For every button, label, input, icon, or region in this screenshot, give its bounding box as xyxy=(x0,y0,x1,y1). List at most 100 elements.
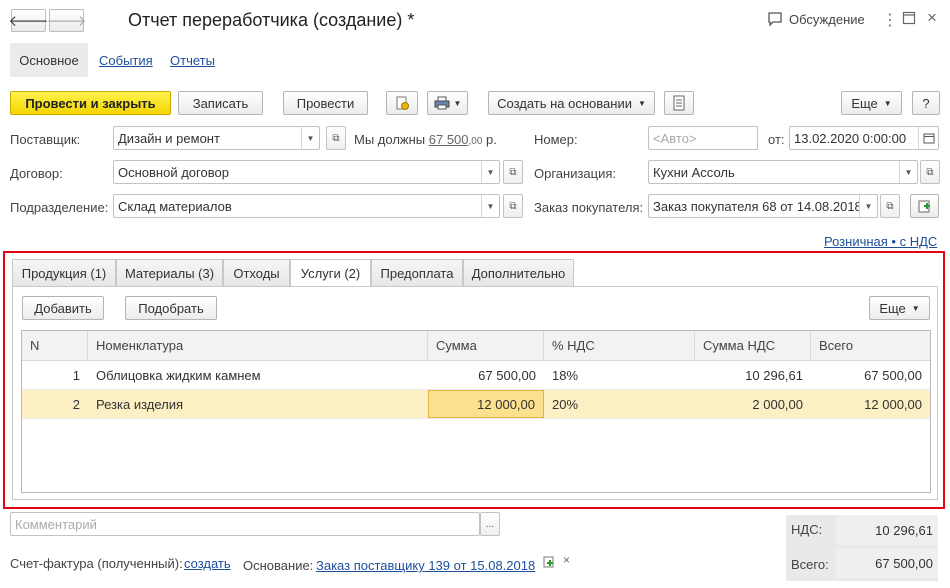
division-field[interactable]: Склад материалов ▼ xyxy=(113,194,500,218)
cell-vat-rate: 18% xyxy=(552,367,579,383)
tab-materials[interactable]: Материалы (3) xyxy=(116,259,223,286)
page-title: Отчет переработчика (создание) * xyxy=(128,10,415,30)
number-field[interactable]: <Авто> xyxy=(648,126,758,150)
open-icon: ⧉ xyxy=(926,166,934,178)
contract-label: Договор: xyxy=(10,166,63,181)
cell-n: 1 xyxy=(72,367,80,383)
basis-label: Основание: xyxy=(243,558,314,573)
grand-total-value: 67 500,00 xyxy=(836,548,938,578)
tab-prepayment[interactable]: Предоплата xyxy=(371,259,463,286)
supplier-label: Поставщик: xyxy=(10,132,81,147)
more-button[interactable]: Еще ▼ xyxy=(841,91,902,115)
document-structure-icon xyxy=(396,96,409,110)
division-open-button[interactable]: ⧉ xyxy=(503,194,523,218)
create-based-on-label: Создать на основании xyxy=(497,95,632,111)
table-row[interactable]: 1 Облицовка жидким камнем 67 500,00 18% … xyxy=(22,361,930,390)
chevron-down-icon[interactable]: ▼ xyxy=(481,161,499,183)
cell-sum[interactable]: 12 000,00 xyxy=(428,390,544,418)
table-more-button[interactable]: Еще ▼ xyxy=(869,296,930,320)
tab-services[interactable]: Услуги (2) xyxy=(290,259,371,287)
pick-button[interactable]: Подобрать xyxy=(125,296,217,320)
add-button[interactable]: Добавить xyxy=(22,296,104,320)
contract-open-button[interactable]: ⧉ xyxy=(503,160,523,184)
more-menu-icon[interactable]: ⋮ xyxy=(882,10,898,30)
open-icon: ⧉ xyxy=(509,166,517,178)
tab-strip: Продукция (1) Материалы (3) Отходы Услуг… xyxy=(12,259,574,287)
contract-field[interactable]: Основной договор ▼ xyxy=(113,160,500,184)
col-total[interactable]: Всего xyxy=(811,331,930,360)
discussion-button[interactable]: Обсуждение xyxy=(767,11,865,27)
col-vat-sum[interactable]: Сумма НДС xyxy=(695,331,811,360)
price-type-link[interactable]: Розничная • с НДС xyxy=(824,234,937,249)
tab-events[interactable]: События xyxy=(99,53,153,68)
chevron-down-icon[interactable]: ▼ xyxy=(899,161,917,183)
cell-vat-rate: 20% xyxy=(552,396,579,412)
create-based-on-button[interactable]: Создать на основании ▼ xyxy=(488,91,655,115)
back-button[interactable]: 🡐 xyxy=(8,9,49,32)
supplier-field[interactable]: Дизайн и ремонт ▼ xyxy=(113,126,320,150)
maximize-icon[interactable] xyxy=(902,11,916,25)
cell-sum: 67 500,00 xyxy=(478,367,536,383)
date-field[interactable]: 13.02.2020 0:00:00 xyxy=(789,126,939,150)
table-header: N Номенклатура Сумма % НДС Сумма НДС Все… xyxy=(22,331,930,361)
chevron-down-icon[interactable]: ▼ xyxy=(301,127,319,149)
tab-additional[interactable]: Дополнительно xyxy=(463,259,574,286)
help-button[interactable]: ? xyxy=(912,91,940,115)
col-n[interactable]: N xyxy=(22,331,88,360)
comment-expand-button[interactable]: ... xyxy=(480,512,500,536)
col-sum[interactable]: Сумма xyxy=(428,331,544,360)
table-more-label: Еще xyxy=(879,300,906,316)
vat-total-value: 10 296,61 xyxy=(836,515,938,545)
arrow-right-icon: 🡒 xyxy=(46,13,87,30)
tab-waste[interactable]: Отходы xyxy=(223,259,290,286)
open-icon: ⧉ xyxy=(509,200,517,212)
close-icon[interactable]: × xyxy=(927,8,937,28)
add-basis-icon[interactable] xyxy=(543,556,555,571)
table-row[interactable]: 2 Резка изделия 12 000,00 20% 2 000,00 1… xyxy=(22,390,930,419)
customer-order-open-button[interactable]: ⧉ xyxy=(880,194,900,218)
cell-nomenclature: Облицовка жидким камнем xyxy=(96,367,261,383)
clear-basis-icon[interactable]: × xyxy=(563,553,570,567)
arrow-left-icon: 🡐 xyxy=(8,13,49,30)
post-and-close-button[interactable]: Провести и закрыть xyxy=(10,91,171,115)
services-table: N Номенклатура Сумма % НДС Сумма НДС Все… xyxy=(21,330,931,493)
organization-field[interactable]: Кухни Ассоль ▼ xyxy=(648,160,918,184)
vat-total-label: НДС: xyxy=(791,522,823,537)
structure-button[interactable] xyxy=(386,91,418,115)
organization-value: Кухни Ассоль xyxy=(653,165,735,180)
ellipsis-icon: ... xyxy=(485,518,495,530)
report-icon xyxy=(673,95,685,111)
organization-open-button[interactable]: ⧉ xyxy=(920,160,940,184)
cell-nomenclature: Резка изделия xyxy=(96,396,184,412)
col-nomenclature[interactable]: Номенклатура xyxy=(88,331,428,360)
cell-vat-sum: 10 296,61 xyxy=(745,367,803,383)
customer-order-value: Заказ покупателя 68 от 14.08.2018 xyxy=(653,199,859,214)
debt-currency: р. xyxy=(486,132,497,147)
chevron-down-icon: ▼ xyxy=(911,303,920,313)
add-order-button[interactable] xyxy=(910,194,939,218)
tab-main[interactable]: Основное xyxy=(10,43,88,77)
more-label: Еще xyxy=(851,95,878,111)
grand-total-label: Всего: xyxy=(791,557,829,572)
calendar-icon[interactable] xyxy=(918,127,938,149)
comment-field[interactable]: Комментарий xyxy=(10,512,480,536)
save-button[interactable]: Записать xyxy=(178,91,263,115)
tab-products[interactable]: Продукция (1) xyxy=(12,259,116,286)
chevron-down-icon[interactable]: ▼ xyxy=(859,195,877,217)
supplier-open-button[interactable]: ⧉ xyxy=(326,126,346,150)
forward-button[interactable]: 🡒 xyxy=(46,9,87,32)
basis-link[interactable]: Заказ поставщику 139 от 15.08.2018 xyxy=(316,558,535,573)
post-button[interactable]: Провести xyxy=(283,91,368,115)
chevron-down-icon: ▼ xyxy=(637,98,646,108)
invoice-create-link[interactable]: создать xyxy=(184,556,231,571)
date-label: от: xyxy=(768,132,785,147)
division-value: Склад материалов xyxy=(118,199,232,214)
print-button[interactable]: ▼ xyxy=(427,91,468,115)
customer-order-field[interactable]: Заказ покупателя 68 от 14.08.2018 ▼ xyxy=(648,194,878,218)
debt-amount-link[interactable]: 67 500 xyxy=(429,132,469,147)
chevron-down-icon[interactable]: ▼ xyxy=(481,195,499,217)
col-vat-rate[interactable]: % НДС xyxy=(544,331,695,360)
tab-reports[interactable]: Отчеты xyxy=(170,53,215,68)
report-button[interactable] xyxy=(664,91,694,115)
cell-vat-sum: 2 000,00 xyxy=(752,396,803,412)
